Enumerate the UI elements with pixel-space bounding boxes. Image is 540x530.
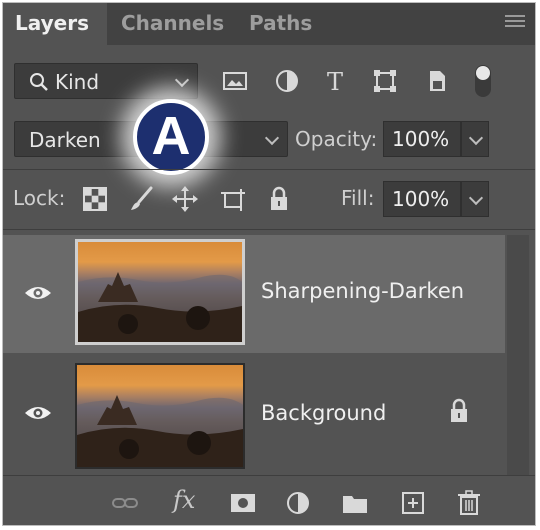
chevron-down-icon: [174, 72, 190, 88]
fill-label: Fill:: [341, 186, 375, 210]
search-icon: [30, 73, 48, 91]
fill-dropdown[interactable]: [461, 181, 489, 217]
delete-icon[interactable]: [455, 490, 483, 516]
layer-name[interactable]: Sharpening-Darken: [261, 279, 464, 303]
add-mask-icon[interactable]: [229, 490, 257, 516]
image-filter-icon[interactable]: [221, 67, 249, 95]
tab-paths[interactable]: Paths: [249, 3, 312, 45]
filter-kind-label: Kind: [55, 70, 100, 94]
layer-row-sharpening-darken[interactable]: Sharpening-Darken: [3, 235, 505, 353]
chevron-down-icon: [468, 190, 484, 206]
divider: [3, 169, 535, 170]
blend-mode-value: Darken: [29, 128, 101, 152]
lock-label: Lock:: [13, 186, 66, 210]
panel-menu-icon[interactable]: [505, 15, 525, 31]
adjustment-layer-icon[interactable]: [285, 490, 313, 516]
fx-icon[interactable]: fx: [173, 486, 195, 514]
annotation-badge: A: [133, 99, 209, 175]
lock-image-pixels-icon[interactable]: [127, 185, 155, 213]
temple-landscape-thumbnail: [78, 272, 242, 342]
eye-icon[interactable]: [23, 283, 53, 303]
lock-artboard-icon[interactable]: [219, 185, 247, 213]
adjustment-filter-icon[interactable]: [273, 67, 301, 95]
new-layer-icon[interactable]: [399, 490, 427, 516]
tab-channels[interactable]: Channels: [121, 3, 224, 45]
opacity-dropdown[interactable]: [461, 121, 489, 157]
fill-field[interactable]: 100%: [383, 181, 461, 217]
panel-tab-bar: Layers Channels Paths: [3, 3, 535, 45]
layer-lock-icon[interactable]: [447, 397, 471, 425]
lock-all-icon[interactable]: [265, 185, 293, 213]
divider: [3, 229, 535, 230]
temple-landscape-thumbnail: [77, 395, 243, 467]
filter-kind-select[interactable]: Kind: [14, 63, 198, 99]
layer-row-background[interactable]: Background: [3, 355, 505, 473]
chevron-down-icon: [264, 130, 280, 146]
layers-panel: Layers Channels Paths Kind T Darken Opac…: [2, 2, 536, 526]
svg-text:T: T: [327, 68, 343, 95]
lock-position-icon[interactable]: [171, 185, 199, 213]
layers-list: Sharpening-Darken Background: [3, 235, 535, 475]
lock-transparent-pixels-icon[interactable]: [81, 185, 109, 213]
tab-layers[interactable]: Layers: [3, 3, 107, 45]
layer-thumbnail: [75, 363, 245, 469]
layer-name[interactable]: Background: [261, 401, 386, 425]
layer-thumbnail: [75, 239, 245, 345]
new-group-icon[interactable]: [341, 490, 369, 516]
layers-bottom-toolbar: fx: [3, 475, 535, 525]
eye-icon[interactable]: [23, 403, 53, 423]
shape-filter-icon[interactable]: [371, 67, 399, 95]
opacity-field[interactable]: 100%: [383, 121, 461, 157]
smart-object-filter-icon[interactable]: [423, 67, 451, 95]
opacity-label: Opacity:: [295, 127, 378, 151]
chevron-down-icon: [468, 130, 484, 146]
link-layers-icon[interactable]: [111, 490, 139, 516]
filter-toggle-icon[interactable]: [469, 61, 497, 101]
type-filter-icon[interactable]: T: [321, 67, 349, 95]
layers-scrollbar[interactable]: [507, 235, 529, 475]
